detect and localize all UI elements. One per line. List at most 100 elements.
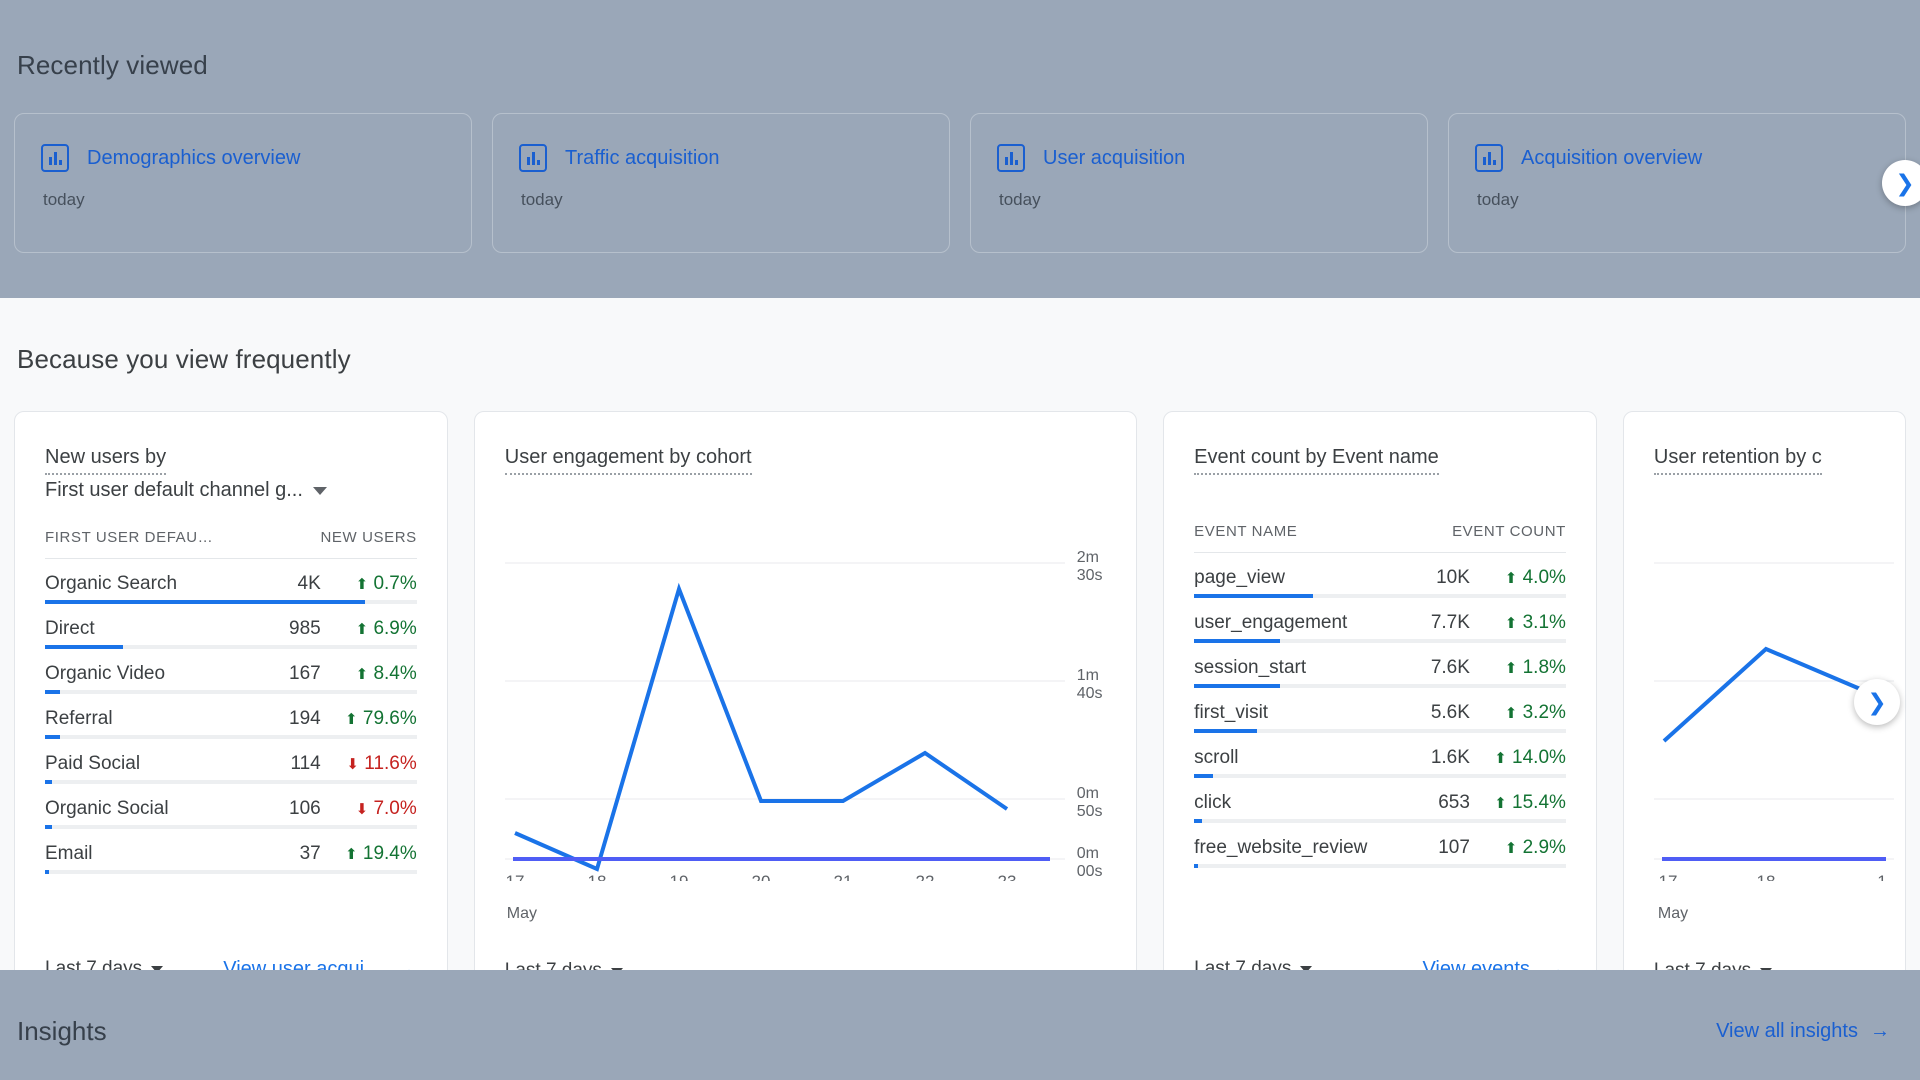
row-bar [45,644,417,649]
row-bar [1194,638,1566,643]
row-delta: ⬆ 15.4% [1494,792,1566,813]
row-bar [1194,773,1566,778]
row-delta: ⬆ 2.9% [1504,837,1566,858]
row-bar [1194,593,1566,598]
chevron-down-icon[interactable] [312,487,327,495]
column-header-event-name[interactable]: EVENT NAME [1194,523,1420,553]
recent-card-header: Demographics overview [41,144,445,172]
row-value: 7.6K [1430,657,1470,678]
recent-card-subtitle: today [1477,190,1519,209]
arrow-right-icon: → [1870,1020,1890,1042]
y-tick-label-0: 0m 00s [1076,845,1103,880]
recent-card-traffic-acquisition[interactable]: Traffic acquisition today [492,113,950,253]
column-header-metric[interactable]: NEW USERS [277,529,417,559]
arrow-up-icon: ⬆ [1504,615,1518,632]
cohort-chart-svg: 17 18 19 20 21 22 23 [504,562,1065,891]
recent-card-title: Acquisition overview [1521,146,1703,169]
table-row[interactable]: Organic Social 106 ⬇ 7.0% [45,784,417,824]
row-dimension: Organic Search [45,573,178,594]
table-row[interactable]: click 653 ⬆ 15.4% [1194,778,1566,818]
row-value: 194 [289,708,321,729]
row-bar [45,779,417,784]
insights-section: Insights View all insights → [0,970,1920,1080]
recent-card-header: User acquisition [997,144,1401,172]
recent-card-header: Traffic acquisition [519,144,923,172]
row-bar [45,734,417,739]
row-delta: ⬆ 19.4% [345,843,417,864]
row-delta: ⬆ 3.1% [1504,612,1566,633]
row-event-name: click [1194,792,1232,813]
y-tick-label-3: 2m 30s [1076,549,1103,584]
arrow-down-icon: ⬇ [355,801,369,818]
recent-card-acquisition-overview[interactable]: Acquisition overview today [1448,113,1906,253]
recent-card-title: Traffic acquisition [565,146,720,169]
arrow-down-icon: ⬇ [346,756,359,773]
new-users-table: FIRST USER DEFAU… NEW USERS Organic Sear… [45,529,417,874]
row-value: 10K [1436,567,1470,588]
x-tick-label: 18 [1756,872,1775,881]
table-row[interactable]: free_website_review 107 ⬆ 2.9% [1194,823,1566,863]
card-title: User retention by c [1653,442,1822,475]
arrow-up-icon: ⬆ [1494,795,1507,812]
row-bar [1194,818,1566,823]
arrow-up-icon: ⬆ [345,846,358,863]
column-header-event-count[interactable]: EVENT COUNT [1419,523,1566,553]
table-row[interactable]: Direct 985 ⬆ 6.9% [45,604,417,644]
recent-card-user-acquisition[interactable]: User acquisition today [970,113,1428,253]
chevron-right-icon[interactable]: ❯ [1882,160,1920,206]
view-all-insights-link[interactable]: View all insights → [1716,1020,1906,1043]
table-row[interactable]: Paid Social 114 ⬇ 11.6% [45,739,417,779]
bar-chart-icon [41,144,69,172]
recent-card-header: Acquisition overview [1475,144,1879,172]
analytics-home-page: Recently viewed Demographics overview to… [0,0,1920,1080]
row-dimension: Organic Social [45,798,169,819]
row-bar [1194,683,1566,688]
table-row[interactable]: user_engagement 7.7K ⬆ 3.1% [1194,598,1566,638]
x-tick-label: 18 [587,872,606,881]
arrow-up-icon: ⬆ [345,711,358,728]
row-event-name: scroll [1194,747,1239,768]
table-row[interactable]: Email 37 ⬆ 19.4% [45,829,417,869]
row-dimension: Direct [45,618,95,639]
card-title-line1: New users by [45,442,167,475]
chevron-right-icon[interactable]: ❯ [1854,679,1900,725]
card-header: New users by First user default channel … [45,442,417,505]
recent-card-title: Demographics overview [87,146,301,169]
row-value: 7.7K [1430,612,1470,633]
dimension-selector[interactable]: First user default channel g... [45,475,303,505]
row-dimension: Email [45,843,93,864]
row-delta: ⬆ 1.8% [1504,657,1566,678]
table-row[interactable]: scroll 1.6K ⬆ 14.0% [1194,733,1566,773]
row-dimension: Referral [45,708,113,729]
recent-card-demographics-overview[interactable]: Demographics overview today [14,113,472,253]
x-tick-label: 19 [669,872,688,881]
row-bar [1194,863,1566,868]
row-bar [45,824,417,829]
row-value: 985 [289,618,321,639]
frequently-viewed-title: Because you view frequently [17,344,351,374]
arrow-up-icon: ⬆ [355,576,369,593]
recent-card-subtitle: today [521,190,563,209]
column-header-dimension[interactable]: FIRST USER DEFAU… [45,529,278,559]
recently-viewed-title: Recently viewed [17,50,208,80]
card-event-count-by-event-name: Event count by Event name EVENT NAME EVE… [1163,411,1597,1011]
table-row[interactable]: Referral 194 ⬆ 79.6% [45,694,417,734]
insights-link-label: View all insights [1716,1020,1858,1042]
table-header-row: EVENT NAME EVENT COUNT [1194,523,1566,553]
row-event-name: free_website_review [1194,837,1368,858]
frequently-viewed-section: Because you view frequently New users by… [0,298,1920,1011]
table-row[interactable]: page_view 10K ⬆ 4.0% [1194,553,1566,594]
x-tick-label: 23 [997,872,1016,881]
row-value: 4K [297,573,321,594]
arrow-up-icon: ⬆ [355,666,369,683]
x-tick-label: 20 [751,872,770,881]
x-tick-label: 17 [1658,872,1677,881]
table-row[interactable]: session_start 7.6K ⬆ 1.8% [1194,643,1566,683]
row-bar [1194,728,1566,733]
table-row[interactable]: first_visit 5.6K ⬆ 3.2% [1194,688,1566,728]
table-row[interactable]: Organic Video 167 ⬆ 8.4% [45,649,417,689]
row-value: 167 [289,663,321,684]
table-row[interactable]: Organic Search 4K ⬆ 0.7% [45,559,417,600]
row-value: 107 [1438,837,1470,858]
row-event-name: user_engagement [1194,612,1348,633]
